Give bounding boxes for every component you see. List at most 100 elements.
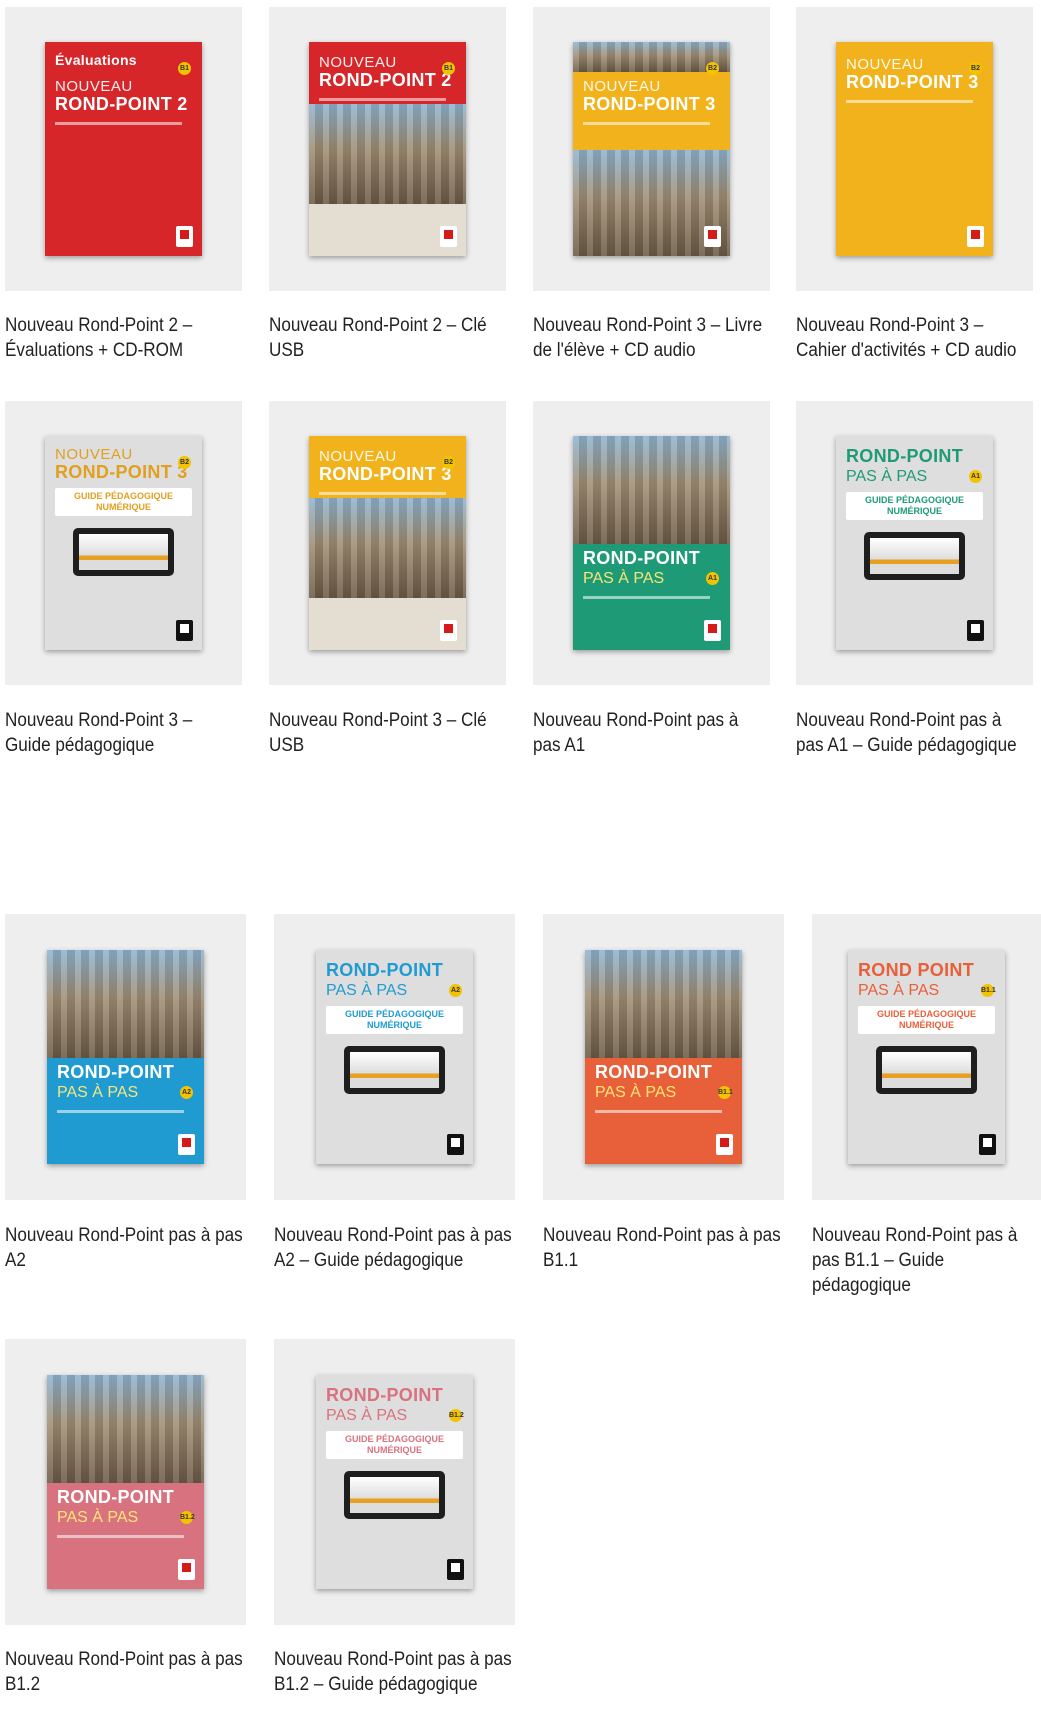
book-cover-image[interactable]: ROND-POINT PAS À PAS A1 GUIDE PÉDAGOGIQUE N…: [836, 436, 993, 650]
product-title[interactable]: Nouveau Rond-Point pas à pas B1.2: [5, 1647, 246, 1697]
product-title[interactable]: Nouveau Rond-Point pas à pas A2: [5, 1223, 246, 1273]
product-title[interactable]: Nouveau Rond-Point pas à pas A1: [533, 708, 770, 758]
cover-brand-title: ROND-POINT 2: [319, 70, 452, 90]
tablet-illustration: [876, 1046, 977, 1094]
publisher-logo-icon: [979, 1134, 996, 1155]
book-cover-image[interactable]: NOUVEAU ROND-POINT 3 B2: [836, 42, 993, 256]
book-cover-image[interactable]: ROND-POINT PAS À PAS B1.1: [585, 950, 742, 1164]
cover-label-evaluations: Évaluations: [55, 52, 137, 68]
cover-brand-title: ROND-POINT 3: [319, 464, 452, 484]
tablet-illustration: [344, 1046, 445, 1094]
cover-brand-title: ROND-POINT: [595, 1062, 712, 1082]
level-badge: B1.2: [180, 1511, 195, 1524]
product-thumbnail[interactable]: ROND-POINT PAS À PAS B1.2 GUIDE PÉDAGOGIQUE…: [274, 1339, 515, 1625]
cover-photo: [573, 436, 730, 544]
level-badge: B1.1: [981, 984, 996, 997]
publisher-logo-icon: [178, 1134, 195, 1155]
product-thumbnail[interactable]: NOUVEAU ROND-POINT 3 B2: [533, 7, 770, 291]
cover-text-lines: [595, 1110, 722, 1113]
level-badge: B1.2: [449, 1409, 464, 1422]
publisher-logo-icon: [704, 226, 721, 247]
book-cover-image[interactable]: ROND-POINT PAS À PAS B1.2: [47, 1375, 204, 1589]
product-title[interactable]: Nouveau Rond-Point pas à pas B1.1: [543, 1223, 784, 1273]
product-thumbnail[interactable]: NOUVEAU ROND-POINT 3 B2: [269, 401, 506, 685]
book-cover-image[interactable]: ROND-POINT PAS À PAS A2: [47, 950, 204, 1164]
cover-guide-box: GUIDE PÉDAGOGIQUE NUMÉRIQUE: [326, 1006, 463, 1034]
tablet-illustration: [344, 1471, 445, 1519]
cover-label-nouveau: NOUVEAU: [319, 448, 397, 465]
level-badge: A2: [180, 1086, 193, 1099]
product-title[interactable]: Nouveau Rond-Point pas à pas B1.1 – Guid…: [812, 1223, 1041, 1298]
product-title[interactable]: Nouveau Rond-Point 3 – Clé USB: [269, 708, 506, 758]
cover-text-lines: [319, 492, 446, 495]
product-thumbnail[interactable]: ROND-POINT PAS À PAS B1.1: [543, 914, 784, 1200]
book-cover-image[interactable]: ROND-POINT PAS À PAS A2 GUIDE PÉDAGOGIQUE N…: [316, 950, 473, 1164]
cover-text-lines: [57, 1535, 184, 1538]
publisher-logo-icon: [440, 620, 457, 641]
level-badge: A2: [449, 984, 462, 997]
product-title[interactable]: Nouveau Rond-Point 3 – Livre de l'élève …: [533, 313, 770, 363]
publisher-logo-icon: [440, 226, 457, 247]
cover-brand-title: ROND-POINT: [326, 1385, 443, 1405]
level-badge: B2: [969, 62, 982, 75]
book-cover-image[interactable]: ROND POINT PAS À PAS B1.1 GUIDE PÉDAGOGIQUE…: [848, 950, 1005, 1164]
product-thumbnail[interactable]: ROND-POINT PAS À PAS A2: [5, 914, 246, 1200]
product-thumbnail[interactable]: Évaluations NOUVEAU ROND-POINT 2 B1: [5, 7, 242, 291]
cover-subtitle: PAS À PAS: [583, 570, 665, 587]
publisher-logo-icon: [447, 1134, 464, 1155]
product-title[interactable]: Nouveau Rond-Point 2 – Clé USB: [269, 313, 506, 363]
cover-label-nouveau: NOUVEAU: [55, 446, 133, 463]
cover-brand-title: ROND-POINT 3: [55, 462, 188, 482]
product-thumbnail[interactable]: ROND-POINT PAS À PAS A1 GUIDE PÉDAGOGIQUE N…: [796, 401, 1033, 685]
cover-guide-box: GUIDE PÉDAGOGIQUE NUMÉRIQUE: [846, 492, 983, 520]
product-thumbnail[interactable]: NOUVEAU ROND-POINT 2 B1: [269, 7, 506, 291]
cover-subtitle: PAS À PAS: [326, 982, 408, 999]
product-title[interactable]: Nouveau Rond-Point pas à pas A2 – Guide …: [274, 1223, 515, 1273]
publisher-logo-icon: [967, 620, 984, 641]
book-cover-image[interactable]: Évaluations NOUVEAU ROND-POINT 2 B1: [45, 42, 202, 256]
cover-subtitle: PAS À PAS: [57, 1509, 139, 1526]
cover-photo: [47, 1375, 204, 1483]
book-cover-image[interactable]: ROND-POINT PAS À PAS A1: [573, 436, 730, 650]
cover-brand-title: ROND-POINT: [57, 1062, 174, 1082]
level-badge: B2: [706, 62, 719, 75]
cover-text-lines: [583, 122, 710, 125]
cover-text-lines: [57, 1110, 184, 1113]
level-badge: B2: [178, 456, 191, 469]
book-cover-image[interactable]: NOUVEAU ROND-POINT 3 B2 GUIDE PÉDAGOGIQUE N…: [45, 436, 202, 650]
product-title[interactable]: Nouveau Rond-Point 3 – Cahier d'activité…: [796, 313, 1033, 363]
cover-brand-title: ROND-POINT: [583, 548, 700, 568]
cover-photo: [309, 104, 466, 204]
product-thumbnail[interactable]: ROND-POINT PAS À PAS A2 GUIDE PÉDAGOGIQUE N…: [274, 914, 515, 1200]
product-title[interactable]: Nouveau Rond-Point pas à pas A1 – Guide …: [796, 708, 1033, 758]
book-cover-image[interactable]: ROND-POINT PAS À PAS B1.2 GUIDE PÉDAGOGIQUE…: [316, 1375, 473, 1589]
publisher-logo-icon: [716, 1134, 733, 1155]
product-thumbnail[interactable]: ROND-POINT PAS À PAS A1: [533, 401, 770, 685]
book-cover-image[interactable]: NOUVEAU ROND-POINT 3 B2: [573, 42, 730, 256]
cover-label-nouveau: NOUVEAU: [319, 54, 397, 71]
cover-brand-title: ROND POINT: [858, 960, 975, 980]
level-badge: B1: [178, 62, 191, 75]
cover-brand-title: ROND-POINT: [326, 960, 443, 980]
product-title[interactable]: Nouveau Rond-Point 3 – Guide pédagogique: [5, 708, 242, 758]
product-thumbnail[interactable]: ROND-POINT PAS À PAS B1.2: [5, 1339, 246, 1625]
cover-label-nouveau: NOUVEAU: [55, 78, 133, 95]
cover-guide-box: GUIDE PÉDAGOGIQUE NUMÉRIQUE: [858, 1006, 995, 1034]
product-thumbnail[interactable]: NOUVEAU ROND-POINT 3 B2 GUIDE PÉDAGOGIQUE N…: [5, 401, 242, 685]
product-thumbnail[interactable]: ROND POINT PAS À PAS B1.1 GUIDE PÉDAGOGIQUE…: [812, 914, 1041, 1200]
publisher-logo-icon: [967, 226, 984, 247]
product-title[interactable]: Nouveau Rond-Point pas à pas B1.2 – Guid…: [274, 1647, 515, 1697]
cover-text-lines: [319, 98, 446, 101]
cover-brand-title: ROND-POINT 2: [55, 94, 188, 114]
publisher-logo-icon: [176, 620, 193, 641]
cover-label-nouveau: NOUVEAU: [583, 78, 661, 95]
product-title[interactable]: Nouveau Rond-Point 2 – Évaluations + CD-…: [5, 313, 242, 363]
book-cover-image[interactable]: NOUVEAU ROND-POINT 3 B2: [309, 436, 466, 650]
level-badge: B1: [442, 62, 455, 75]
publisher-logo-icon: [176, 226, 193, 247]
cover-brand-title: ROND-POINT: [57, 1487, 174, 1507]
book-cover-image[interactable]: NOUVEAU ROND-POINT 2 B1: [309, 42, 466, 256]
level-badge: B2: [442, 456, 455, 469]
cover-brand-title: ROND-POINT 3: [846, 72, 979, 92]
product-thumbnail[interactable]: NOUVEAU ROND-POINT 3 B2: [796, 7, 1033, 291]
